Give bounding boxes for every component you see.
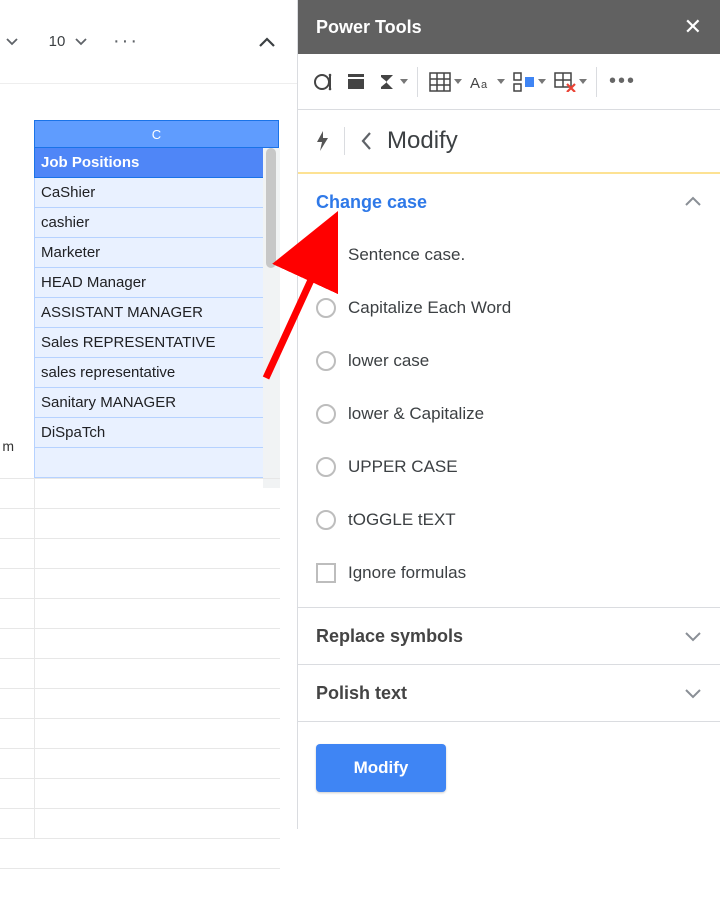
table-row-empty[interactable]: [34, 448, 279, 478]
toolbar-separator: [417, 67, 418, 97]
scroll-thumb[interactable]: [266, 148, 276, 268]
radio-icon: [316, 351, 336, 371]
checkbox-ignore-formulas[interactable]: Ignore formulas: [316, 563, 702, 583]
table-row[interactable]: sales representative: [34, 358, 279, 388]
radio-toggle-text[interactable]: tOGGLE tEXT: [316, 510, 702, 530]
svg-text:a: a: [481, 79, 488, 91]
chevron-down-icon: [497, 79, 505, 84]
breadcrumb: Modify: [298, 110, 720, 174]
radio-lower-and-capitalize[interactable]: lower & Capitalize: [316, 404, 702, 424]
sidebar-header: Power Tools ✕: [298, 0, 720, 54]
radio-icon: [316, 245, 336, 265]
checkbox-label: Ignore formulas: [348, 563, 466, 583]
more-label: ···: [113, 30, 139, 53]
radio-lower-case[interactable]: lower case: [316, 351, 702, 371]
remove-tool-icon[interactable]: [340, 65, 372, 99]
spreadsheet-area: m C Job Positions CaShier cashier Market…: [0, 120, 297, 829]
table-row[interactable]: CaShier: [34, 178, 279, 208]
table-row[interactable]: Marketer: [34, 238, 279, 268]
section-title: Change case: [316, 192, 427, 213]
sheets-toolbar: 10 ···: [0, 0, 297, 84]
table-row[interactable]: DiSpaTch: [34, 418, 279, 448]
radio-icon: [316, 298, 336, 318]
table-header-cell[interactable]: Job Positions: [34, 148, 279, 178]
section-polish-text: Polish text: [298, 665, 720, 722]
sigma-tool-icon[interactable]: [372, 65, 411, 99]
section-header-change-case[interactable]: Change case: [298, 174, 720, 230]
table-row[interactable]: cashier: [34, 208, 279, 238]
bolt-icon[interactable]: [314, 129, 330, 153]
radio-sentence-case[interactable]: Sentence case.: [316, 245, 702, 265]
dedupe-tool-icon[interactable]: [308, 65, 340, 99]
radio-icon: [316, 404, 336, 424]
radio-capitalize-each-word[interactable]: Capitalize Each Word: [316, 298, 702, 318]
section-header-replace-symbols[interactable]: Replace symbols: [298, 608, 720, 664]
radio-label: UPPER CASE: [348, 457, 458, 477]
chevron-down-icon: [454, 79, 462, 84]
close-icon[interactable]: ✕: [684, 14, 702, 40]
radio-label: lower & Capitalize: [348, 404, 484, 424]
font-family-dropdown[interactable]: [0, 27, 24, 57]
column-header-c[interactable]: C: [34, 120, 279, 148]
power-tools-sidebar: Power Tools ✕ Aa: [297, 0, 720, 829]
power-tools-toolbar: Aa •••: [298, 54, 720, 110]
table-row[interactable]: Sales REPRESENTATIVE: [34, 328, 279, 358]
table-row[interactable]: HEAD Manager: [34, 268, 279, 298]
table-row[interactable]: Sanitary MANAGER: [34, 388, 279, 418]
radio-upper-case[interactable]: UPPER CASE: [316, 457, 702, 477]
selection-scroll-indicator: [263, 148, 280, 488]
radio-icon: [316, 510, 336, 530]
radio-label: Sentence case.: [348, 245, 465, 265]
clear-tool-icon[interactable]: [549, 65, 590, 99]
nav-separator: [344, 127, 345, 155]
text-tool-icon[interactable]: Aa: [465, 65, 508, 99]
section-title: Polish text: [316, 683, 407, 704]
section-header-polish-text[interactable]: Polish text: [298, 665, 720, 721]
checkbox-icon: [316, 563, 336, 583]
col-b-clipped-cell[interactable]: m: [0, 436, 14, 456]
chevron-down-icon: [579, 79, 587, 84]
radio-icon: [316, 457, 336, 477]
sidebar-title: Power Tools: [316, 17, 684, 38]
toolbar-more-icon[interactable]: ···: [112, 27, 140, 57]
font-size-value: 10: [49, 33, 66, 50]
collapse-toolbar-button[interactable]: [249, 24, 285, 60]
chevron-down-icon: [684, 630, 702, 642]
grid-empty-rows: [0, 478, 280, 898]
svg-text:A: A: [470, 75, 480, 91]
font-size-dropdown[interactable]: 10: [28, 27, 108, 57]
toolbar-more-icon[interactable]: •••: [603, 65, 642, 99]
chevron-down-icon: [400, 79, 408, 84]
run-modify-button[interactable]: Modify: [316, 744, 446, 792]
table-tool-icon[interactable]: [424, 65, 465, 99]
section-change-case: Change case Sentence case. Capitalize Ea…: [298, 174, 720, 608]
radio-label: lower case: [348, 351, 429, 371]
toolbar-separator: [596, 67, 597, 97]
split-tool-icon[interactable]: [508, 65, 549, 99]
column-divider: [34, 478, 35, 838]
section-replace-symbols: Replace symbols: [298, 608, 720, 665]
chevron-up-icon: [684, 196, 702, 208]
chevron-down-icon: [538, 79, 546, 84]
back-button[interactable]: [359, 131, 373, 151]
section-body: Sentence case. Capitalize Each Word lowe…: [298, 230, 720, 607]
radio-label: tOGGLE tEXT: [348, 510, 456, 530]
chevron-down-icon: [684, 687, 702, 699]
page-title: Modify: [387, 127, 458, 155]
section-title: Replace symbols: [316, 626, 463, 647]
column-cells: Job Positions CaShier cashier Marketer H…: [34, 148, 279, 478]
radio-label: Capitalize Each Word: [348, 298, 511, 318]
table-row[interactable]: ASSISTANT MANAGER: [34, 298, 279, 328]
